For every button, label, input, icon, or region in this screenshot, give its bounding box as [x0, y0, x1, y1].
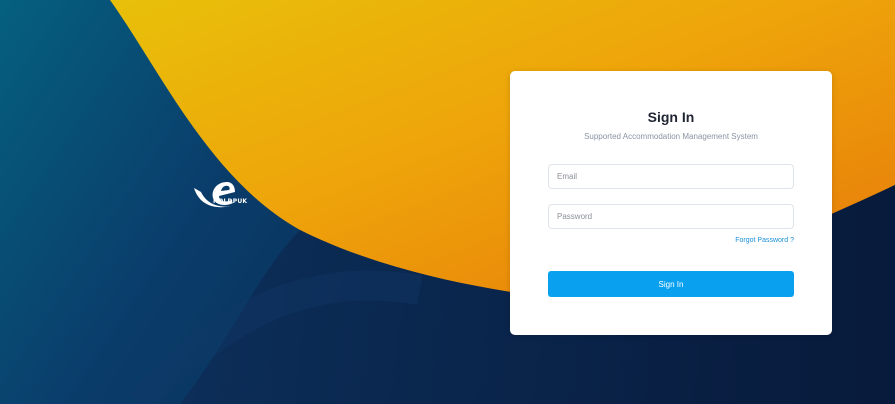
forgot-password-link[interactable]: Forgot Password ? [735, 237, 794, 244]
password-field[interactable] [548, 204, 794, 229]
email-field[interactable] [548, 164, 794, 189]
signin-button[interactable]: Sign In [548, 271, 794, 297]
login-page: HOLDPUK Sign In Supported Accommodation … [0, 0, 895, 404]
brand-logo: HOLDPUK [191, 178, 253, 214]
signin-card: Sign In Supported Accommodation Manageme… [510, 71, 832, 335]
signin-subtitle: Supported Accommodation Management Syste… [584, 132, 758, 141]
brand-e-swoosh-icon [194, 182, 235, 208]
brand-logo-text: HOLDPUK [213, 198, 248, 205]
signin-title: Sign In [647, 109, 695, 125]
